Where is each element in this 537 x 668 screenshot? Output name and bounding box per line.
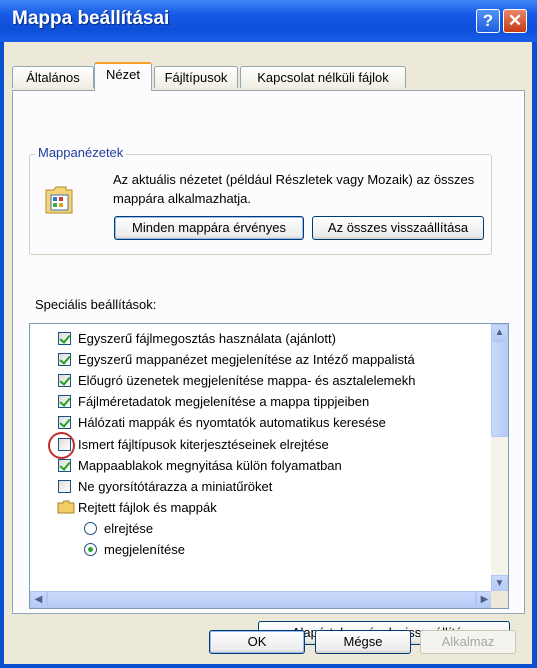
apply-button[interactable]: Alkalmaz [420,630,516,654]
button-label: Az összes visszaállítása [327,220,469,235]
horizontal-scroll-thumb[interactable] [47,591,476,608]
tab-nezet[interactable]: Nézet [94,62,152,91]
tab-kapcsolat-nelkuli-fajlok[interactable]: Kapcsolat nélküli fájlok [240,66,406,88]
cancel-button[interactable]: Mégse [315,630,411,654]
item-label: Ne gyorsítótárazza a miniatűröket [78,479,273,494]
vertical-scroll-thumb[interactable] [491,341,508,437]
group-title: Mappanézetek [35,145,127,160]
checkbox[interactable] [58,374,71,387]
button-label: Minden mappára érvényes [132,220,286,235]
apply-to-all-folders-button[interactable]: Minden mappára érvényes [114,216,304,240]
vertical-scrollbar[interactable]: ▲ ▼ [491,324,508,592]
help-button[interactable]: ? [476,9,500,33]
ok-button[interactable]: OK [209,630,305,654]
checkbox[interactable] [58,480,71,493]
help-icon: ? [482,11,494,30]
scroll-up-button[interactable]: ▲ [491,324,508,341]
chevron-right-icon: ▶ [480,594,489,605]
item-label: Hálózati mappák és nyomtatók automatikus… [78,415,386,430]
item-label: Mappaablakok megnyitása külön folyamatba… [78,458,342,473]
window-title: Mappa beállításai [12,8,170,29]
tab-label: Fájltípusok [164,70,228,85]
checkbox[interactable] [58,459,71,472]
scroll-left-button[interactable]: ◀ [30,591,47,608]
radio-hide[interactable] [84,522,97,535]
horizontal-scrollbar[interactable]: ◀ ▶ [30,591,493,608]
dialog-window: Mappa beállításai ? ✕ Általános Nézet Fá… [0,0,537,668]
item-label: Rejtett fájlok és mappák [78,500,217,515]
button-label: Mégse [343,634,383,649]
tab-panel: Mappanézetek Az aktuális nézetet (példáu… [12,90,525,645]
item-label: elrejtése [104,521,154,536]
tab-fajltipusok[interactable]: Fájltípusok [154,66,238,88]
tab-label: Nézet [106,67,140,82]
item-label: Egyszerű fájlmegosztás használata (ajánl… [78,331,336,346]
folder-icon [57,500,75,514]
checkbox[interactable] [58,416,71,429]
folder-view-icon [45,186,73,214]
close-icon: ✕ [507,11,523,30]
title-bar[interactable]: Mappa beállításai ? ✕ [0,0,537,42]
tab-label: Általános [26,70,80,85]
item-label: Egyszerű mappanézet megjelenítése az Int… [78,352,415,367]
item-label: Előugró üzenetek megjelenítése mappa- és… [78,373,416,388]
scroll-down-button[interactable]: ▼ [491,575,508,592]
reset-all-folders-button[interactable]: Az összes visszaállítása [312,216,484,240]
highlight-circle [48,432,75,459]
item-label: Fájlméretadatok megjelenítése a mappa ti… [78,394,370,409]
scroll-corner [491,591,508,608]
chevron-up-icon: ▲ [494,327,505,338]
item-label: megjelenítése [104,542,185,557]
chevron-down-icon: ▼ [494,578,505,589]
button-label: OK [247,634,267,649]
tab-altalanos[interactable]: Általános [12,66,94,88]
chevron-left-icon: ◀ [34,594,43,605]
close-button[interactable]: ✕ [503,9,527,33]
advanced-settings-label: Speciális beállítások: [35,297,157,312]
dialog-client: Általános Nézet Fájltípusok Kapcsolat né… [4,42,532,664]
tab-label: Kapcsolat nélküli fájlok [257,70,389,85]
item-label: Ismert fájltípusok kiterjesztéseinek elr… [78,437,329,452]
checkbox[interactable] [58,353,71,366]
checkbox[interactable] [58,395,71,408]
button-label: Alkalmaz [441,634,495,649]
checkbox[interactable] [58,332,71,345]
radio-show[interactable] [84,543,97,556]
advanced-settings-list[interactable]: Egyszerű fájlmegosztás használata (ajánl… [29,323,509,609]
folder-views-description: Az aktuális nézetet (például Részletek v… [113,172,475,206]
